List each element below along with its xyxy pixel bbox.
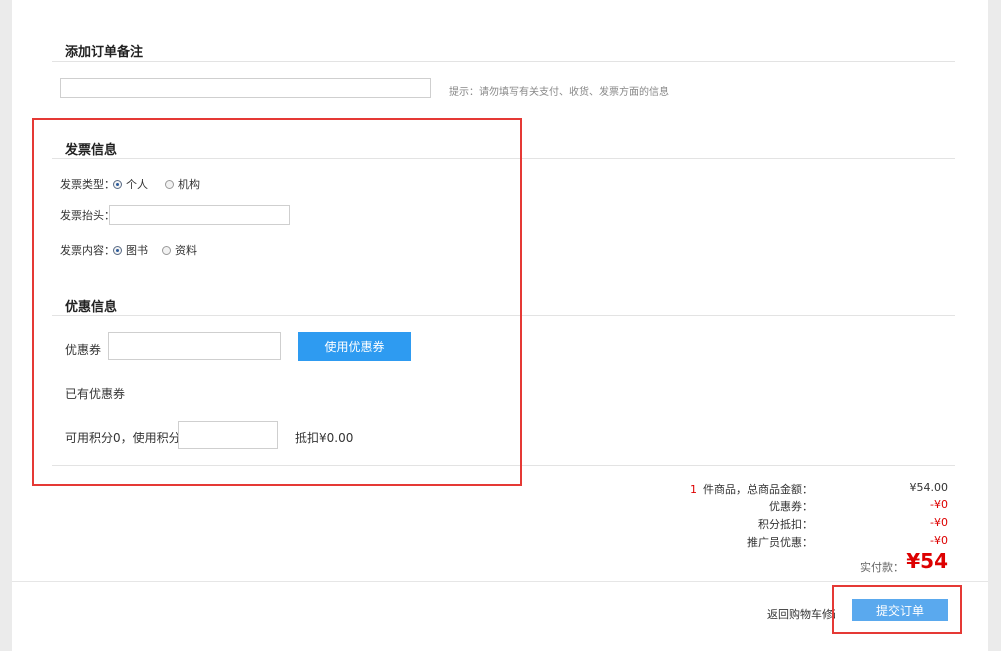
pay-amount: ¥54 — [906, 549, 948, 573]
item-text: 件商品，总商品金额： — [703, 483, 813, 496]
remark-section-title: 添加订单备注 — [65, 45, 144, 60]
divider — [52, 61, 955, 62]
remark-input[interactable] — [60, 78, 431, 98]
promoter-summary-amount: -¥0 — [930, 534, 948, 547]
promoter-summary-label: 推广员优惠： — [747, 536, 813, 549]
summary-items: 1 件商品，总商品金额： — [690, 481, 813, 497]
total-amount: ¥54.00 — [909, 481, 949, 494]
coupon-summary-label: 优惠券： — [769, 500, 813, 513]
highlight-box — [832, 585, 962, 634]
coupon-summary-amount: -¥0 — [930, 498, 948, 511]
points-summary-label: 积分抵扣： — [758, 518, 813, 531]
pay-label: 实付款： — [860, 561, 904, 574]
remark-hint: 提示：请勿填写有关支付、收货、发票方面的信息 — [449, 87, 669, 98]
highlight-box — [32, 118, 522, 486]
item-count: 1 — [690, 483, 697, 496]
footer-divider — [12, 581, 988, 582]
back-to-cart-link[interactable]: 返回购物车修改 — [767, 606, 835, 622]
points-summary-amount: -¥0 — [930, 516, 948, 529]
